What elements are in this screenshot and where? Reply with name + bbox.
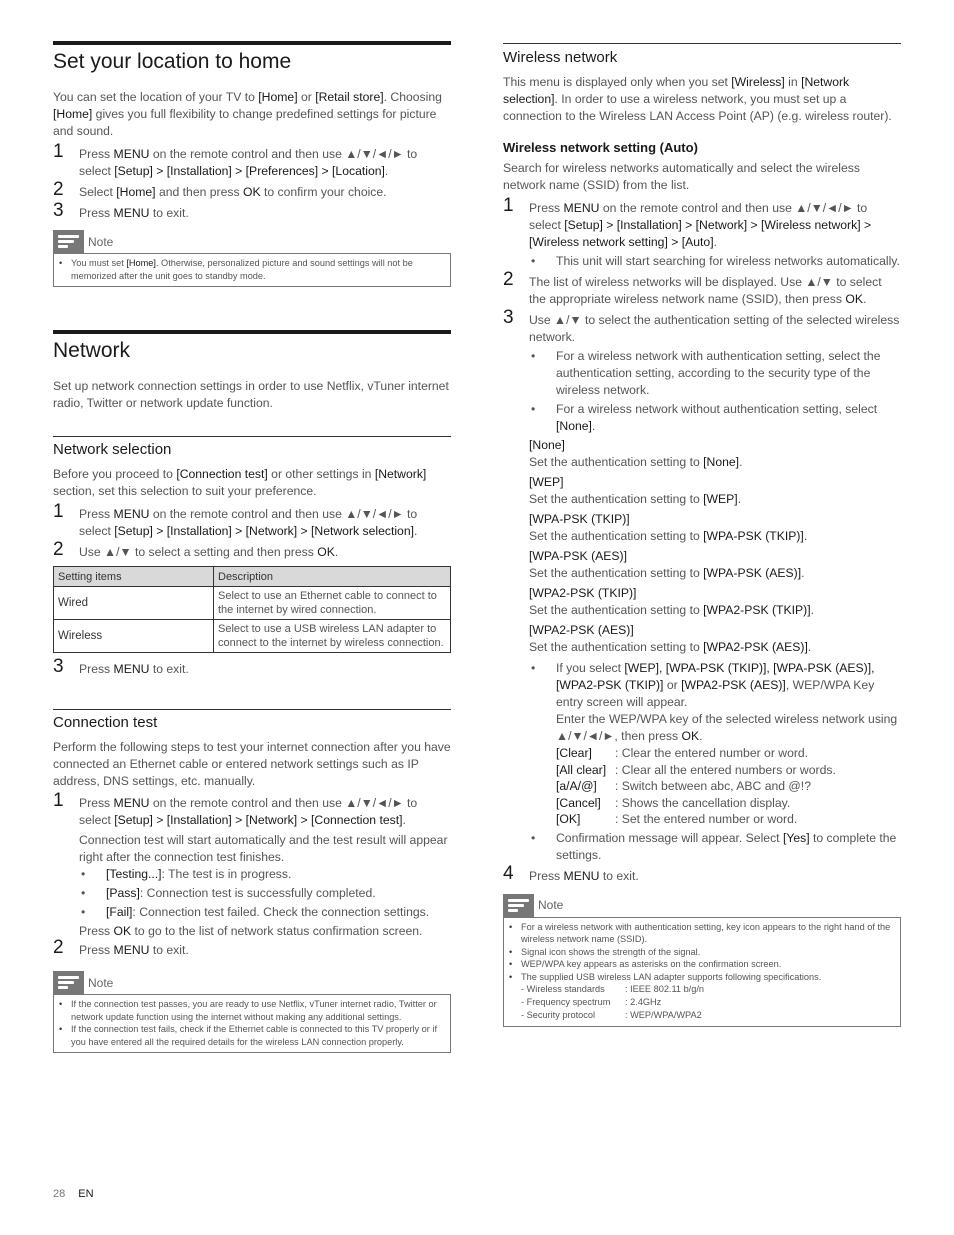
section-title: Set your location to home [53, 50, 292, 73]
key-functions: [Clear]: Clear the entered number or wor… [556, 745, 901, 828]
step: 4 Press MENU to exit. [503, 862, 639, 884]
note: Note For a wireless network with authent… [503, 893, 901, 1027]
step: 3 Press MENU to exit. [53, 656, 189, 677]
section-intro: This menu is displayed only when you set… [503, 75, 892, 123]
table-cell: Wireless [53, 619, 214, 653]
auth-option: [WPA2-PSK (TKIP)] Set the authentication … [529, 586, 814, 617]
auth-option: [WPA-PSK (AES)] Set the authentication se… [529, 549, 805, 580]
section-network: Network Set up network connection settin… [53, 330, 451, 412]
table-cell: Wired [53, 586, 214, 620]
key-function: [Cancel]: Shows the cancellation display… [556, 795, 791, 810]
spec-row: - Frequency spectrum: 2.4GHz [521, 997, 662, 1007]
table-header: Setting items [53, 566, 214, 587]
key-function: [OK]: Set the entered number or word. [556, 812, 798, 826]
key-function: [All clear]: Clear all the entered numbe… [556, 762, 836, 777]
step: 3 Use ▲/▼ to select the authentication se… [503, 307, 900, 344]
step: 1 Press MENU on the remote control and th… [503, 195, 872, 249]
step: 2 The list of wireless networks will be d… [503, 269, 882, 306]
section-intro: Before you proceed to [Connection test] … [53, 467, 427, 498]
note: Note You must set [Home]. Otherwise, per… [53, 230, 451, 287]
note-icon [53, 971, 84, 994]
note-label: Note [88, 234, 114, 249]
note-item: If the connection test fails, check if t… [59, 1023, 444, 1048]
step-detail: Connection test will start automatically… [79, 833, 448, 864]
bullet-item: For a wireless network with authenticati… [529, 348, 901, 399]
note-item: For a wireless network with authenticati… [509, 921, 894, 946]
section-location: Set your location to home You can set th… [53, 41, 451, 287]
note: Note If the connection test passes, you … [53, 971, 451, 1053]
note-item: You must set [Home]. Otherwise, personal… [59, 257, 444, 282]
note-item: Signal icon shows the strength of the si… [509, 946, 894, 959]
note-item: The supplied USB wireless LAN adapter su… [509, 971, 894, 984]
result-item: [Pass]: Connection test is successfully … [79, 885, 451, 902]
step: 2 Press MENU to exit. [53, 937, 189, 958]
section-title: Network selection [53, 441, 172, 458]
section-rule [53, 41, 451, 45]
auth-options: [None] Set the authentication setting to … [503, 437, 901, 656]
section-rule [53, 330, 451, 334]
step: 1 Press MENU on the remote control and th… [53, 501, 418, 538]
section-intro: Set up network connection settings in or… [53, 379, 449, 410]
result-item: [Fail]: Connection test failed. Check th… [79, 904, 451, 921]
section-rule [503, 43, 901, 44]
note-item: WEP/WPA key appears as asterisks on the … [509, 958, 894, 971]
auth-option: [WEP] Set the authentication setting to [… [529, 475, 742, 506]
settings-table: Setting items Description Wired Select t… [53, 566, 451, 653]
section-wireless: Wireless network This menu is displayed … [503, 43, 901, 1027]
spec-row: - Security protocol: WEP/WPA/WPA2 [521, 1010, 702, 1020]
section-title: Wireless network [503, 49, 618, 66]
step: 1 Press MENU on the remote control and th… [53, 141, 418, 178]
note-icon [53, 230, 84, 253]
spec-row: - Wireless standards: IEEE 802.11 b/g/n [521, 984, 704, 994]
section-rule [53, 436, 451, 437]
table-row: Wireless Select to use a USB wireless LA… [53, 619, 451, 653]
auth-option: [None] Set the authentication setting to … [529, 438, 743, 469]
step: 2 Use ▲/▼ to select a setting and then pr… [53, 539, 339, 560]
table-row: Wired Select to use an Ethernet cable to… [53, 586, 451, 620]
language-code: EN [78, 1188, 94, 1200]
bullet-item: If you select [WEP], [WPA-PSK (TKIP)], [… [529, 660, 901, 828]
key-function: [Clear]: Clear the entered number or wor… [556, 746, 809, 760]
note-label: Note [88, 975, 114, 990]
section-connection-test: Connection test Perform the following st… [53, 709, 451, 1053]
table-cell: Select to use an Ethernet cable to conne… [213, 586, 451, 620]
section-title: Connection test [53, 714, 158, 731]
section-rule [53, 709, 451, 710]
section-intro: Perform the following steps to test your… [53, 740, 451, 788]
section-title: Network [53, 339, 131, 362]
note-icon [503, 893, 534, 917]
step: 1 Press MENU on the remote control and th… [53, 790, 418, 827]
bullet-item: This unit will start searching for wirel… [529, 253, 901, 270]
bullet-item: Confirmation message will appear. Select… [529, 830, 901, 864]
section-intro: You can set the location of your TV to [… [53, 90, 442, 138]
result-item: [Testing...]: The test is in progress. [79, 866, 451, 883]
step: 3 Press MENU to exit. [53, 200, 189, 221]
auth-option: [WPA-PSK (TKIP)] Set the authentication s… [529, 512, 808, 543]
subsection-intro: Search for wireless networks automatical… [503, 161, 860, 192]
step: 2 Select [Home] and then press OK to conf… [53, 179, 387, 200]
step-detail: Press OK to go to the list of network st… [79, 924, 423, 938]
table-cell: Select to use a USB wireless LAN adapter… [213, 619, 451, 653]
note-item: If the connection test passes, you are r… [59, 998, 444, 1023]
page-number: 28 [53, 1188, 66, 1200]
key-function: [a/A/@]: Switch between abc, ABC and @!? [556, 779, 811, 793]
subsection-title: Wireless network setting (Auto) [503, 140, 698, 155]
page-footer: 28 EN [53, 1188, 94, 1200]
auth-option: [WPA2-PSK (AES)] Set the authentication s… [529, 623, 812, 654]
note-label: Note [538, 898, 564, 912]
bullet-item: For a wireless network without authentic… [529, 401, 901, 435]
table-header: Description [213, 566, 451, 587]
section-network-selection: Network selection Before you proceed to … [53, 436, 451, 678]
